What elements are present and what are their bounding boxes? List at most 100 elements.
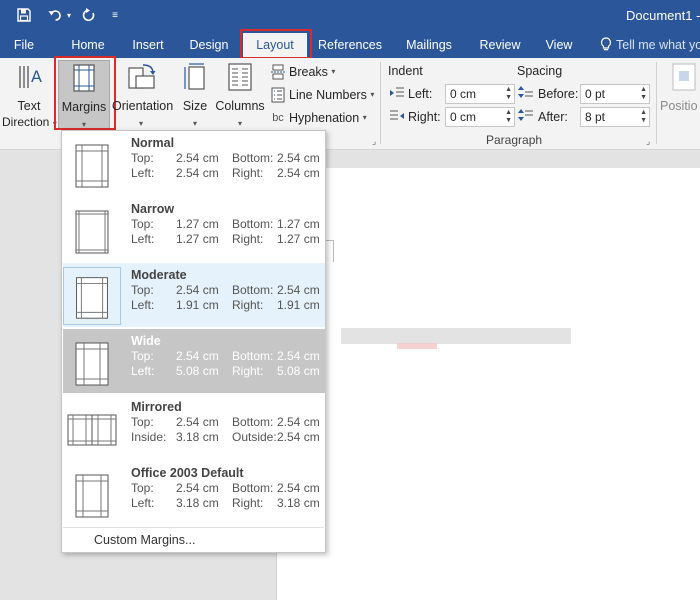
- margin-option-mirrored[interactable]: Mirrored Top: 2.54 cm Bottom: 2.54 cm In…: [63, 395, 325, 459]
- save-icon[interactable]: [12, 4, 36, 26]
- margin-bottom-value: 1.27 cm: [277, 217, 320, 231]
- chevron-down-icon: ▾: [192, 119, 197, 128]
- dialog-launcher-icon[interactable]: ⌟: [372, 136, 376, 147]
- margin-bottom-value: 2.54 cm: [277, 415, 320, 429]
- orientation-button[interactable]: Orientation ▾: [112, 60, 174, 130]
- margin-left-label: Left:: [131, 232, 155, 246]
- margin-option-office-2003[interactable]: Office 2003 Default Top: 2.54 cm Bottom:…: [63, 461, 325, 525]
- tab-view[interactable]: View: [538, 32, 580, 58]
- tab-insert[interactable]: Insert: [124, 32, 172, 58]
- indent-right-input[interactable]: 0 cm ▲ ▼: [445, 107, 515, 127]
- spacing-before-input[interactable]: 0 pt ▲ ▼: [580, 84, 650, 104]
- text-direction-button[interactable]: A Text Direction ▾: [2, 60, 57, 130]
- margin-top-label: Top:: [131, 481, 154, 495]
- spinner-arrows-icon[interactable]: ▲ ▼: [640, 109, 647, 125]
- margin-preview-mirrored-icon: [63, 399, 121, 457]
- margin-bottom-label: Bottom:: [232, 283, 274, 297]
- text-direction-label-2: Direction: [2, 115, 50, 129]
- spacing-before-label: Before:: [538, 87, 579, 101]
- indent-left-input[interactable]: 0 cm ▲ ▼: [445, 84, 515, 104]
- tab-home[interactable]: Home: [64, 32, 112, 58]
- customize-toolbar-icon[interactable]: ≡: [108, 4, 122, 26]
- tab-mailings[interactable]: Mailings: [398, 32, 460, 58]
- margin-right-value: 5.08 cm: [277, 364, 320, 378]
- tab-references[interactable]: References: [316, 32, 384, 58]
- margin-left-label: Left:: [131, 496, 155, 510]
- group-separator: [656, 62, 657, 144]
- tab-review[interactable]: Review: [474, 32, 526, 58]
- menu-divider: [63, 527, 324, 528]
- dialog-launcher-icon[interactable]: ⌟: [646, 136, 650, 147]
- tab-layout[interactable]: Layout: [243, 33, 307, 58]
- margins-label: Margins: [61, 100, 107, 114]
- indent-left-icon: [389, 86, 405, 103]
- margin-right-label: Right:: [232, 496, 264, 510]
- title-bar: ▾ ≡ Document1 -: [0, 0, 700, 32]
- margin-left-label: Left:: [131, 364, 155, 378]
- hyphenation-icon: bc: [272, 112, 284, 124]
- orientation-caret-row: ▾: [112, 115, 170, 129]
- margin-bottom-value: 2.54 cm: [277, 283, 320, 297]
- tab-file[interactable]: File: [6, 32, 42, 58]
- margin-outside-value: 2.54 cm: [277, 430, 320, 444]
- undo-icon[interactable]: [44, 4, 66, 26]
- margin-top-value: 2.54 cm: [176, 481, 219, 495]
- text-direction-label-row: Direction ▾: [2, 115, 57, 129]
- margin-right-label: Right:: [232, 298, 264, 312]
- margin-option-moderate[interactable]: Moderate Top: 2.54 cm Bottom: 2.54 cm Le…: [63, 263, 325, 327]
- obscured-content: [341, 328, 571, 344]
- breaks-label: Breaks: [289, 65, 328, 79]
- tell-me-search[interactable]: Tell me what yo: [616, 32, 700, 58]
- document-page[interactable]: [276, 168, 700, 600]
- size-caret-row: ▾: [176, 115, 214, 129]
- text-direction-label-1: Text: [17, 99, 41, 113]
- spinner-arrows-icon[interactable]: ▲ ▼: [505, 86, 512, 102]
- margin-preview-normal-icon: [63, 135, 121, 193]
- spinner-arrows-icon[interactable]: ▲ ▼: [640, 86, 647, 102]
- margin-top-label: Top:: [131, 217, 154, 231]
- margin-bottom-value: 2.54 cm: [277, 481, 320, 495]
- margins-caret-row: ▾: [59, 116, 109, 130]
- orientation-label: Orientation: [112, 99, 174, 113]
- line-numbers-button[interactable]: Line Numbers ▾: [270, 85, 374, 105]
- margin-top-label: Top:: [131, 349, 154, 363]
- indent-left-value: 0 cm: [450, 87, 477, 101]
- margin-option-name: Office 2003 Default: [131, 466, 244, 480]
- spacing-after-label: After:: [538, 110, 568, 124]
- columns-caret-row: ▾: [214, 115, 266, 129]
- spacing-after-icon: [518, 109, 534, 126]
- document-title: Document1 -: [626, 8, 700, 23]
- margin-top-value: 2.54 cm: [176, 415, 219, 429]
- margin-left-value: 5.08 cm: [176, 364, 219, 378]
- columns-button[interactable]: Columns ▾: [214, 60, 266, 130]
- margins-button[interactable]: Margins ▾: [58, 60, 110, 130]
- chevron-down-icon: ▾: [52, 119, 57, 128]
- margin-right-label: Right:: [232, 166, 264, 180]
- orientation-icon: [126, 62, 156, 95]
- tab-design[interactable]: Design: [184, 32, 234, 58]
- size-button[interactable]: Size ▾: [176, 60, 214, 130]
- undo-dropdown-icon[interactable]: ▾: [64, 4, 74, 26]
- margins-dropdown: Normal Top: 2.54 cm Bottom: 2.54 cm Left…: [61, 130, 326, 553]
- indent-left-label: Left:: [408, 87, 433, 101]
- columns-icon: [227, 62, 253, 95]
- margin-option-normal[interactable]: Normal Top: 2.54 cm Bottom: 2.54 cm Left…: [63, 131, 325, 195]
- margin-bottom-label: Bottom:: [232, 217, 274, 231]
- chevron-down-icon: ▾: [362, 113, 367, 122]
- spinner-arrows-icon[interactable]: ▲ ▼: [505, 109, 512, 125]
- margin-bottom-value: 2.54 cm: [277, 349, 320, 363]
- spacing-after-input[interactable]: 8 pt ▲ ▼: [580, 107, 650, 127]
- spacing-title: Spacing: [517, 64, 563, 78]
- margin-corner-mark: [333, 240, 334, 262]
- margin-option-narrow[interactable]: Narrow Top: 1.27 cm Bottom: 1.27 cm Left…: [63, 197, 325, 261]
- breaks-button[interactable]: Breaks ▾: [270, 62, 335, 82]
- hyphenation-button[interactable]: bc Hyphenation ▾: [270, 108, 367, 128]
- margin-option-wide[interactable]: Wide Top: 2.54 cm Bottom: 2.54 cm Left: …: [63, 329, 325, 393]
- margin-top-value: 2.54 cm: [176, 283, 219, 297]
- custom-margins-button[interactable]: Custom Margins...: [94, 533, 195, 547]
- position-button[interactable]: Positio: [660, 60, 700, 130]
- line-numbers-icon: [270, 87, 286, 103]
- margin-top-value: 1.27 cm: [176, 217, 219, 231]
- redo-icon[interactable]: [78, 4, 100, 26]
- margin-right-value: 2.54 cm: [277, 166, 320, 180]
